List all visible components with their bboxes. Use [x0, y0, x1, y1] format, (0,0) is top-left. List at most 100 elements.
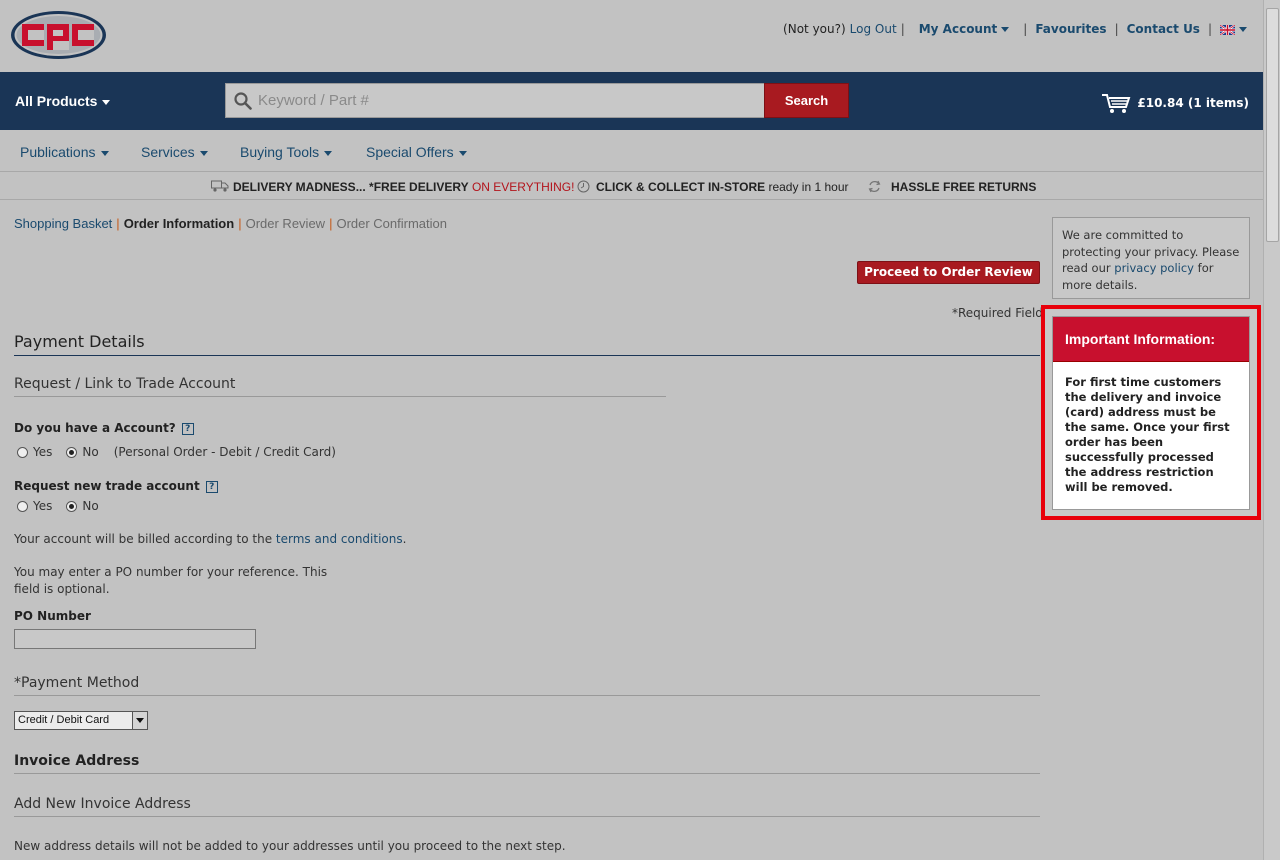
po-note: You may enter a PO number for your refer… [14, 564, 327, 598]
have-account-radio-group: Yes No (Personal Order - Debit / Credit … [17, 445, 336, 459]
all-products-label: All Products [15, 93, 98, 109]
not-you-text: (Not you?) [783, 22, 846, 36]
proceed-to-order-review-button[interactable]: Proceed to Order Review [857, 261, 1040, 284]
nav-item-label: Buying Tools [240, 144, 320, 160]
required-field-note: *Required Field [952, 306, 1043, 320]
have-account-no-radio[interactable] [66, 446, 78, 458]
nav-item-services[interactable]: Services [141, 144, 208, 160]
main-navbar: All Products Search £10.84 (1 items) [0, 72, 1263, 130]
returns-icon [868, 180, 881, 193]
breadcrumb-order-review: Order Review [245, 216, 326, 231]
separator: | [900, 22, 905, 36]
billing-terms-prefix: Your account will be billed according to… [14, 532, 273, 546]
have-account-yes-radio[interactable] [17, 446, 28, 458]
checkout-breadcrumb: Shopping Basket | Order Information | Order … [14, 216, 447, 231]
trade-account-heading: Request / Link to Trade Account [14, 376, 236, 392]
nav-item-special-offers[interactable]: Special Offers [366, 144, 467, 160]
highlight-frame: Important Information: For first time cu… [1041, 305, 1261, 520]
payment-method-select[interactable]: Credit / Debit Card [14, 711, 148, 730]
have-account-text: Do you have a Account? [14, 421, 176, 435]
separator: | [1023, 22, 1028, 36]
divider [14, 355, 1040, 356]
chevron-down-icon [1001, 27, 1010, 32]
po-note-line-2: field is optional. [14, 582, 110, 596]
help-icon[interactable]: ? [181, 422, 194, 435]
chevron-down-icon [458, 150, 467, 156]
clock-icon [577, 180, 590, 193]
top-links: (Not you?) Log Out | My Account | Favour… [783, 22, 1247, 36]
request-trade-yes-radio[interactable] [17, 500, 28, 512]
request-trade-radio-group: Yes No [17, 499, 99, 513]
separator: | [116, 216, 120, 231]
privacy-notice: We are committed to protecting your priv… [1052, 217, 1250, 299]
separator: | [1114, 22, 1119, 36]
request-trade-no-radio[interactable] [66, 500, 78, 512]
nav-item-buying-tools[interactable]: Buying Tools [240, 144, 333, 160]
promo-collect[interactable]: CLICK & COLLECT IN-STORE ready in 1 hour [596, 180, 849, 194]
help-icon[interactable]: ? [205, 480, 218, 493]
favourites-link[interactable]: Favourites [1035, 22, 1106, 36]
radio-label-yes: Yes [33, 445, 53, 459]
search-icon [234, 92, 252, 110]
po-number-label: PO Number [14, 609, 91, 623]
separator: | [1207, 22, 1212, 36]
promo-collect-sub: ready in 1 hour [768, 180, 849, 194]
po-note-line-1: You may enter a PO number for your refer… [14, 565, 328, 579]
logout-link[interactable]: Log Out [850, 22, 897, 36]
search-button[interactable]: Search [764, 83, 849, 118]
promo-delivery-highlight: ON EVERYTHING! [471, 180, 575, 194]
terms-and-conditions-link[interactable]: terms and conditions [276, 532, 403, 546]
uk-flag-icon [1220, 24, 1235, 35]
promo-returns[interactable]: HASSLE FREE RETURNS [891, 180, 1036, 194]
nav-item-label: Publications [20, 144, 96, 160]
search-box [225, 83, 765, 118]
cart-summary[interactable]: £10.84 (1 items) [1101, 92, 1249, 114]
promo-delivery-text: DELIVERY MADNESS... *FREE DELIVERY [233, 180, 469, 194]
separator: | [238, 216, 242, 231]
divider [14, 695, 1040, 696]
radio-label-yes: Yes [33, 499, 53, 513]
po-number-input[interactable] [14, 629, 256, 649]
invoice-address-heading: Invoice Address [14, 753, 140, 769]
breadcrumb-shopping-basket[interactable]: Shopping Basket [14, 216, 112, 231]
scrollbar-thumb[interactable] [1266, 8, 1279, 242]
contact-us-link[interactable]: Contact Us [1127, 22, 1200, 36]
my-account-link[interactable]: My Account [919, 22, 1010, 36]
chevron-down-icon [199, 150, 208, 156]
dropdown-arrow-icon [132, 712, 147, 729]
billing-terms-text: Your account will be billed according to… [14, 532, 406, 546]
divider [14, 816, 1040, 817]
nav-item-label: Services [141, 144, 195, 160]
promo-collect-text: CLICK & COLLECT IN-STORE [596, 180, 766, 194]
page-scrollbar[interactable] [1263, 0, 1280, 860]
chevron-down-icon [100, 150, 109, 156]
request-trade-account-text: Request new trade account [14, 479, 200, 493]
important-information-title: Important Information: [1053, 317, 1249, 362]
language-selector[interactable] [1220, 22, 1247, 36]
divider [14, 396, 666, 397]
chevron-down-icon [102, 99, 111, 105]
privacy-policy-link[interactable]: privacy policy [1114, 261, 1194, 275]
all-products-menu[interactable]: All Products [15, 93, 111, 109]
chevron-down-icon [1239, 27, 1247, 32]
divider [14, 773, 1040, 774]
important-information-box: Important Information: For first time cu… [1052, 316, 1250, 510]
billing-terms-suffix: . [402, 532, 407, 546]
payment-method-value: Credit / Debit Card [18, 714, 110, 726]
cart-total: £10.84 (1 items) [1137, 96, 1249, 110]
cart-icon [1102, 94, 1131, 113]
nav-item-label: Special Offers [366, 144, 454, 160]
have-account-label: Do you have a Account?? [14, 421, 194, 435]
cpc-logo[interactable] [10, 10, 107, 60]
payment-method-heading: *Payment Method [14, 675, 140, 691]
delivery-truck-icon [211, 180, 229, 192]
separator: | [329, 216, 333, 231]
nav-item-publications[interactable]: Publications [20, 144, 109, 160]
sub-navbar: Publications Services Buying Tools Speci… [0, 130, 1263, 172]
radio-label-no: No [82, 499, 99, 513]
breadcrumb-order-information: Order Information [123, 216, 235, 231]
payment-details-heading: Payment Details [14, 332, 145, 351]
promo-delivery[interactable]: DELIVERY MADNESS... *FREE DELIVERY ON EV… [233, 180, 574, 194]
my-account-label: My Account [918, 22, 998, 36]
search-input[interactable] [258, 84, 758, 117]
